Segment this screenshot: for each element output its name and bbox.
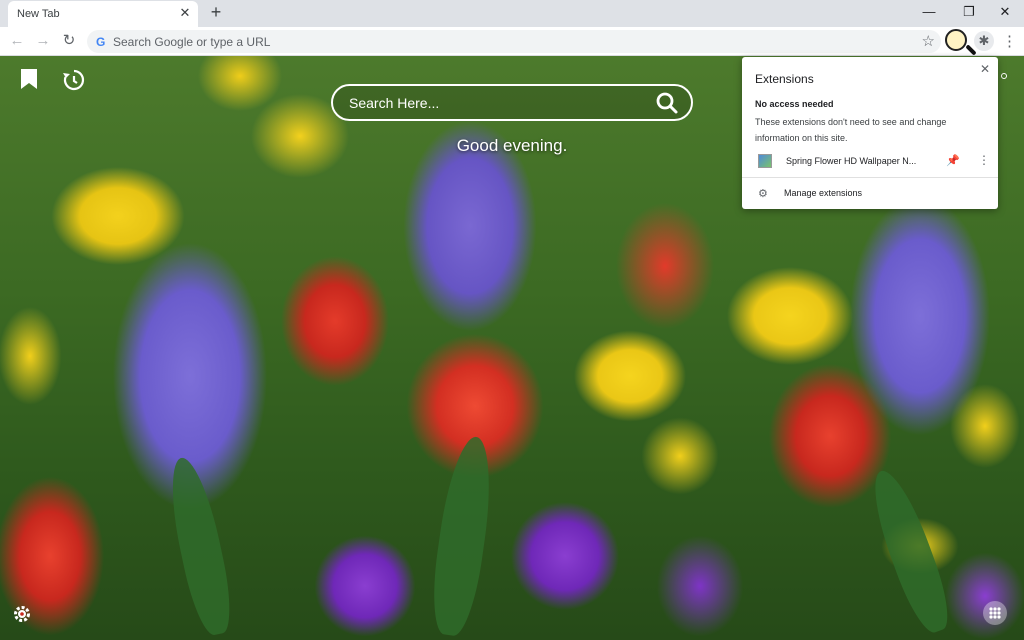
extension-item-name[interactable]: Spring Flower HD Wallpaper N... xyxy=(786,156,926,166)
extensions-puzzle-icon[interactable]: ✱ xyxy=(974,31,994,51)
search-box[interactable] xyxy=(331,84,693,121)
pin-icon[interactable]: 📌 xyxy=(946,154,960,167)
search-input[interactable] xyxy=(349,94,649,112)
page-options-icon[interactable] xyxy=(1001,73,1007,79)
apps-icon[interactable] xyxy=(983,601,1007,625)
leaf xyxy=(862,464,958,638)
no-access-description: These extensions don't need to see and c… xyxy=(755,117,947,143)
tab-new-tab[interactable]: New Tab ✕ xyxy=(8,1,198,27)
no-access-heading: No access needed xyxy=(755,99,834,109)
address-bar[interactable]: G Search Google or type a URL ☆ xyxy=(87,30,941,53)
search-icon[interactable] xyxy=(655,91,679,115)
tab-title: New Tab xyxy=(17,8,60,20)
address-placeholder: Search Google or type a URL xyxy=(113,35,271,49)
manage-extensions-button[interactable]: ⚙ Manage extensions xyxy=(742,184,998,204)
forward-button[interactable]: → xyxy=(34,32,52,50)
manage-extensions-label: Manage extensions xyxy=(784,188,863,198)
gear-icon: ⚙ xyxy=(758,188,768,200)
tab-strip: New Tab ✕ + — ❐ ✕ xyxy=(0,0,1024,27)
spring-flower-extension-icon[interactable] xyxy=(945,29,967,51)
tab-close-button[interactable]: ✕ xyxy=(178,6,192,20)
bookmark-icon[interactable] xyxy=(20,68,38,90)
extensions-popup-title: Extensions xyxy=(755,72,814,86)
reload-button[interactable]: ↻ xyxy=(60,32,78,50)
extensions-popup-close-button[interactable]: ✕ xyxy=(978,62,992,76)
divider xyxy=(742,177,998,178)
gear-icon[interactable] xyxy=(12,604,32,624)
google-icon: G xyxy=(96,35,106,49)
extension-item-spring-flower[interactable]: Spring Flower HD Wallpaper N... 📌 ⋮ xyxy=(742,151,998,173)
extension-more-icon[interactable]: ⋮ xyxy=(978,153,990,167)
leaf xyxy=(161,453,239,639)
browser-toolbar: ← → ↻ G Search Google or type a URL ☆ xyxy=(0,27,1024,56)
bookmark-star-icon[interactable]: ☆ xyxy=(922,32,935,50)
extensions-popup: Extensions ✕ No access needed These exte… xyxy=(742,57,998,209)
extension-thumbnail-icon xyxy=(758,154,772,168)
window-close-button[interactable]: ✕ xyxy=(990,2,1020,22)
history-icon[interactable] xyxy=(61,68,85,92)
chrome-menu-icon[interactable]: ⋮ xyxy=(1002,32,1017,50)
minimize-button[interactable]: — xyxy=(914,2,944,22)
restore-button[interactable]: ❐ xyxy=(954,2,984,22)
new-tab-button[interactable]: + xyxy=(207,3,225,21)
leaf xyxy=(426,433,499,639)
back-button[interactable]: ← xyxy=(8,32,26,50)
